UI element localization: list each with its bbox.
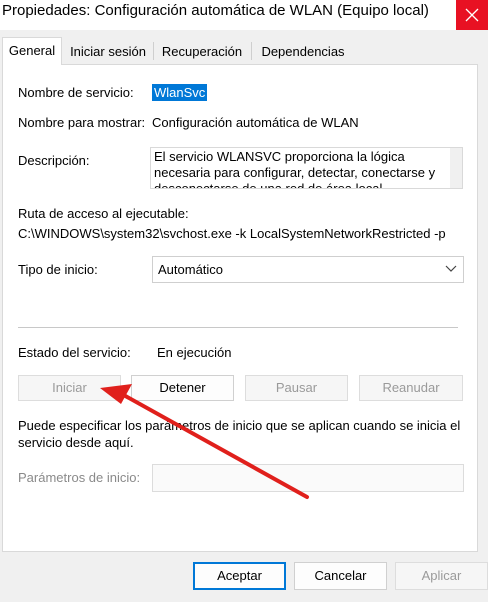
- display-name-value[interactable]: Configuración automática de WLAN: [152, 115, 359, 130]
- chevron-down-icon: [445, 265, 457, 272]
- description-scrollbar[interactable]: [450, 148, 462, 188]
- close-button[interactable]: [456, 0, 488, 30]
- ok-button[interactable]: Aceptar: [193, 562, 286, 590]
- service-name-label: Nombre de servicio:: [18, 85, 134, 100]
- stop-button[interactable]: Detener: [131, 375, 234, 401]
- apply-button[interactable]: Aplicar: [395, 562, 488, 590]
- startup-type-label: Tipo de inicio:: [18, 262, 98, 277]
- path-value[interactable]: C:\WINDOWS\system32\svchost.exe -k Local…: [18, 226, 446, 241]
- tab-dependencies[interactable]: Dependencias: [254, 40, 352, 64]
- tab-general[interactable]: General: [2, 37, 62, 65]
- pause-button[interactable]: Pausar: [245, 375, 348, 401]
- description-text: El servicio WLANSVC proporciona la lógic…: [154, 149, 436, 189]
- params-hint: Puede especificar los parámetros de inic…: [18, 418, 461, 450]
- title-bar: Propiedades: Configuración automática de…: [0, 0, 488, 30]
- path-label: Ruta de acceso al ejecutable:: [18, 206, 189, 221]
- window-title: Propiedades: Configuración automática de…: [2, 2, 429, 19]
- tab-recovery[interactable]: Recuperación: [156, 40, 248, 64]
- tab-logon[interactable]: Iniciar sesión: [66, 40, 150, 64]
- display-name-label: Nombre para mostrar:: [18, 115, 146, 130]
- tab-separator: [251, 42, 252, 60]
- close-icon: [465, 8, 479, 22]
- cancel-button[interactable]: Cancelar: [294, 562, 387, 590]
- startup-type-value: Automático: [158, 262, 224, 277]
- params-input[interactable]: [152, 464, 464, 492]
- start-button[interactable]: Iniciar: [18, 375, 121, 401]
- startup-type-select[interactable]: Automático: [152, 256, 464, 283]
- service-name-value[interactable]: WlanSvc: [152, 84, 208, 101]
- tab-bar: General Iniciar sesión Recuperación Depe…: [0, 36, 488, 65]
- service-status-label: Estado del servicio:: [18, 345, 131, 360]
- resume-button[interactable]: Reanudar: [359, 375, 463, 401]
- description-box[interactable]: El servicio WLANSVC proporciona la lógic…: [150, 147, 463, 189]
- description-label: Descripción:: [18, 153, 90, 168]
- params-label: Parámetros de inicio:: [18, 470, 141, 485]
- divider: [18, 327, 458, 328]
- service-status-value: En ejecución: [157, 345, 232, 360]
- tab-separator: [153, 42, 154, 60]
